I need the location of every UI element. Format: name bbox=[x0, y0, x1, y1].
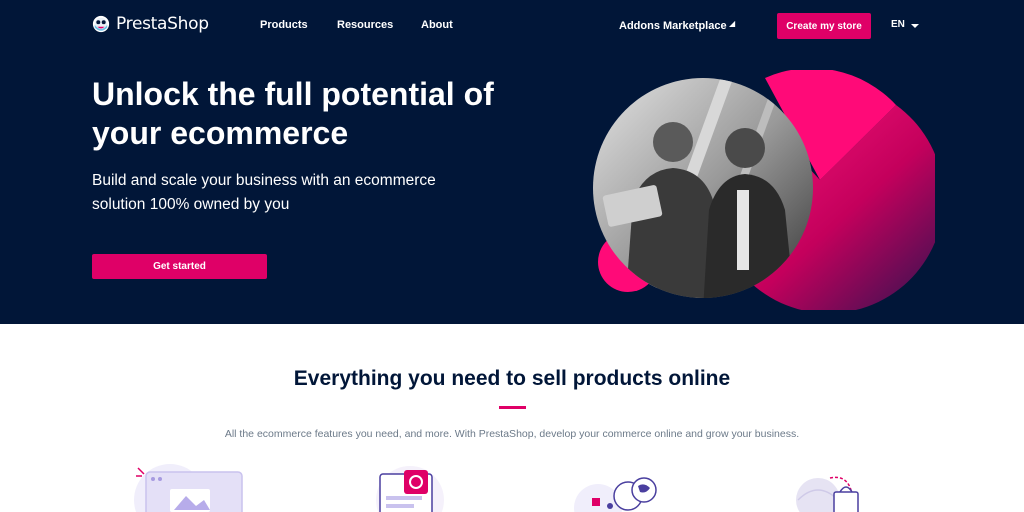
logo-link[interactable]: PrestaShop bbox=[92, 14, 209, 34]
chevron-down-icon bbox=[910, 24, 919, 28]
hero-section: PrestaShop Products Resources About Addo… bbox=[0, 0, 1024, 324]
browser-window-icon bbox=[134, 464, 243, 512]
hero-subtitle: Build and scale your business with an ec… bbox=[92, 172, 436, 213]
clipboard-chart-icon bbox=[376, 466, 444, 512]
logo-text: PrestaShop bbox=[116, 14, 209, 34]
language-selector[interactable]: EN bbox=[891, 19, 919, 30]
hero-illustration bbox=[593, 70, 935, 310]
nav-resources[interactable]: Resources bbox=[337, 19, 393, 31]
nav-products[interactable]: Products bbox=[260, 19, 308, 31]
features-subtitle: All the ecommerce features you need, and… bbox=[224, 428, 800, 440]
title-underline bbox=[499, 406, 526, 409]
logo-icon bbox=[92, 15, 110, 33]
get-started-button[interactable]: Get started bbox=[92, 254, 267, 279]
create-store-button[interactable]: Create my store bbox=[777, 13, 871, 39]
nav-about[interactable]: About bbox=[421, 19, 453, 31]
analytics-globe-icon bbox=[574, 477, 657, 512]
shopping-bag-globe-icon bbox=[796, 476, 859, 512]
nav-addons-marketplace[interactable]: Addons Marketplace bbox=[619, 20, 727, 32]
dropdown-arrow-icon: ◢ bbox=[729, 19, 736, 28]
features-title: Everything you need to sell products onl… bbox=[293, 367, 731, 390]
hero-title: Unlock the full potential of your ecomme… bbox=[92, 76, 494, 151]
language-label: EN bbox=[891, 19, 905, 30]
